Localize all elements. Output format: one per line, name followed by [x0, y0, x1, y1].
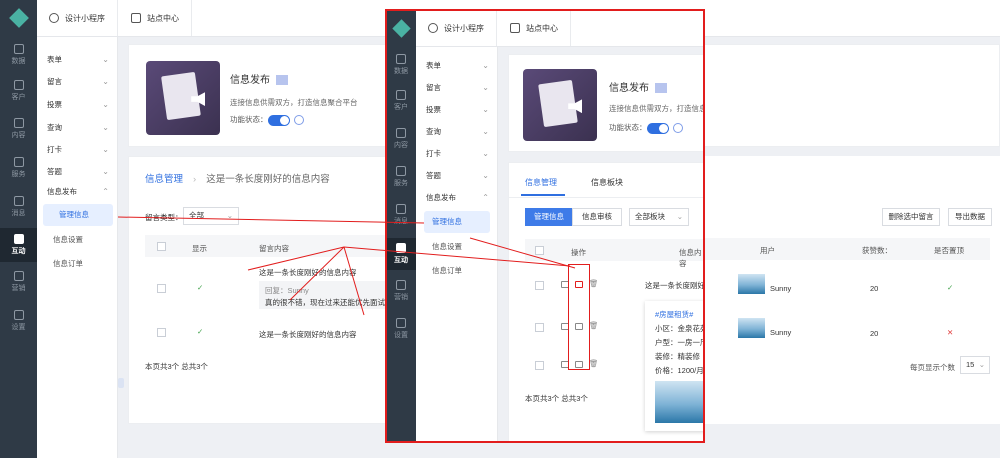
connector-line: [343, 246, 365, 316]
connector-line: [289, 246, 345, 301]
connector-line: [469, 237, 576, 269]
connector-line: [117, 216, 425, 224]
annotation-lines: [117, 216, 576, 316]
connector-line: [247, 246, 345, 271]
